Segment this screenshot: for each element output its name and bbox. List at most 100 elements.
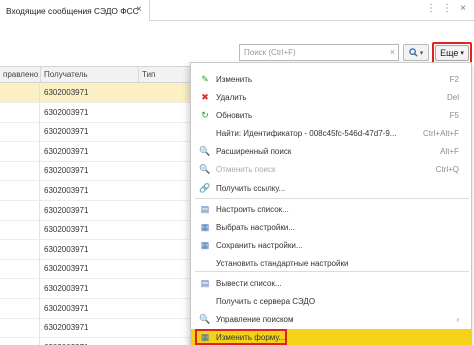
more-chevron-icon: ▾ (460, 50, 464, 57)
menu-item-label: Расширенный поиск (216, 146, 292, 156)
table-row[interactable]: 6302003971 (0, 122, 190, 143)
search-clear-icon[interactable]: × (390, 47, 395, 57)
menu-item[interactable]: ▦ Выбрать настройки... (191, 219, 471, 235)
menu-item[interactable]: ↻ Обновить F5 (191, 107, 471, 123)
menu-item[interactable]: ✖ Удалить Del (191, 89, 471, 105)
cell-sent (0, 200, 40, 220)
cell-recipient: 6302003971 (44, 166, 89, 176)
menu-item[interactable]: ▤ Настроить список... (191, 201, 471, 217)
cell-recipient: 6302003971 (44, 284, 89, 293)
menu-item-label: Вывести список... (216, 278, 282, 288)
cell-sent (0, 337, 40, 345)
table-row[interactable]: 6302003971 (0, 298, 190, 319)
cell-recipient: 6302003971 (44, 146, 89, 156)
cell-recipient: 6302003971 (44, 205, 89, 215)
menu-item-label: Изменить (216, 74, 253, 84)
cancel-search-icon: 🔍 (199, 163, 211, 174)
menu-item[interactable]: ✎ Изменить F2 (191, 71, 471, 87)
more-button-highlight: Еще ▾ (432, 42, 472, 64)
more-button[interactable]: Еще ▾ (435, 45, 469, 61)
tab-incoming-messages[interactable]: Входящие сообщения СЭДО ФСС × (0, 0, 150, 21)
menu-item-shortcut: Ctrl+Alt+F (422, 128, 459, 138)
menu-item-label: Отменить поиск (216, 164, 276, 174)
list-settings-icon: ▤ (200, 203, 210, 214)
menu-item-label: Получить ссылку... (216, 183, 286, 193)
tab-title: Входящие сообщения СЭДО ФСС (6, 5, 139, 16)
cell-recipient: 6302003971 (44, 244, 89, 254)
menu-item[interactable]: Получить с сервера СЭДО (191, 293, 471, 309)
cell-sent (0, 298, 40, 318)
table-row[interactable]: 6302003971 (0, 239, 190, 260)
table-row[interactable]: 6302003971 (0, 200, 190, 221)
menu-item[interactable]: 🔍 Расширенный поиск Alt+F (191, 143, 471, 159)
refresh-icon: ↻ (201, 109, 209, 120)
print-list-icon: ▤ (200, 277, 210, 288)
cell-sent (0, 122, 40, 142)
table-row[interactable]: 6302003971 (0, 181, 190, 201)
table-header: правлено Получатель Тип (0, 66, 190, 83)
cell-recipient: 6302003971 (44, 225, 89, 235)
menu-item[interactable]: ▦ Сохранить настройки... (191, 237, 471, 253)
cell-sent (0, 279, 40, 298)
table-row[interactable]: 6302003971 (0, 83, 190, 103)
menu-item-shortcut: › (456, 314, 459, 324)
search-dropdown-icon: ▾ (419, 49, 424, 57)
search-button[interactable]: ▾ (403, 44, 429, 61)
choose-settings-icon: ▦ (200, 221, 210, 232)
table-row[interactable]: 6302003971 (0, 220, 190, 241)
tab-close-icon[interactable]: × (136, 4, 142, 15)
window-close-icon[interactable]: × (456, 3, 470, 14)
menu-separator (195, 198, 469, 199)
column-header-type[interactable]: Тип (139, 67, 190, 83)
more-dropdown-menu: ✎ Изменить F2 ✖ Удалить Del ↻ Обновить F5 Найти: … (190, 62, 472, 345)
table-row[interactable]: 6302003971 (0, 318, 190, 339)
cell-sent (0, 102, 40, 122)
column-header-sent[interactable]: правлено (0, 67, 41, 83)
menu-item-label: Найти: Идентификатор - 008c45fc-546d-47d… (216, 128, 397, 138)
menu-item[interactable]: ▤ Вывести список... (191, 275, 471, 291)
menu-item-shortcut: Del (446, 92, 459, 102)
edit-form-highlight-box (195, 329, 287, 345)
link-icon[interactable]: ⋮ (424, 3, 438, 14)
table-row[interactable]: 6302003971 (0, 102, 190, 123)
menu-item-shortcut: Alt+F (440, 146, 459, 156)
menu-item[interactable]: Установить стандартные настройки (191, 255, 471, 271)
cell-recipient: 6302003971 (44, 186, 89, 195)
cell-recipient: 6302003971 (44, 127, 89, 137)
menu-item[interactable]: ▦ Изменить форму... (191, 329, 471, 345)
link-icon: 🔗 (199, 182, 211, 193)
cell-sent (0, 220, 40, 240)
cell-recipient: 6302003971 (44, 264, 89, 274)
menu-item-label: Настроить список... (216, 204, 289, 214)
more-button-label: Еще (440, 48, 459, 58)
tab-bar: Входящие сообщения СЭДО ФСС × ⋮ ⋮ × (0, 0, 474, 21)
menu-item[interactable]: Найти: Идентификатор - 008c45fc-546d-47d… (191, 125, 471, 141)
menu-item-label: Управление поиском (216, 314, 294, 324)
messages-table: правлено Получатель Тип 6302003971 630200… (0, 66, 190, 345)
advanced-search-icon: 🔍 (199, 145, 211, 156)
table-row[interactable]: 6302003971 (0, 259, 190, 280)
table-row[interactable]: 6302003971 (0, 279, 190, 299)
menu-item-label: Выбрать настройки... (216, 222, 295, 232)
menu-item-label: Установить стандартные настройки (216, 258, 349, 268)
menu-item[interactable]: 🔗 Получить ссылку... (191, 180, 471, 196)
menu-item[interactable]: 🔍 Управление поиском › (191, 311, 471, 327)
menu-item-label: Обновить (216, 110, 253, 120)
cell-recipient: 6302003971 (44, 107, 89, 117)
pencil-icon: ✎ (201, 73, 209, 84)
table-row[interactable]: 6302003971 (0, 141, 190, 162)
search-box: × (239, 44, 399, 61)
cell-sent (0, 318, 40, 338)
search-icon (408, 48, 418, 57)
menu-item-label: Сохранить настройки... (216, 240, 303, 250)
menu-item-label: Получить с сервера СЭДО (216, 296, 316, 306)
table-row[interactable]: 6302003971 (0, 337, 190, 345)
table-row[interactable]: 6302003971 (0, 161, 190, 182)
cell-recipient: 6302003971 (44, 323, 89, 333)
menu-item-shortcut: F2 (449, 74, 459, 84)
column-header-recipient[interactable]: Получатель (41, 67, 139, 83)
menu-item-shortcut: F5 (449, 110, 459, 120)
more-vertical-icon[interactable]: ⋮ (440, 3, 454, 14)
search-input[interactable] (240, 45, 375, 60)
cell-sent (0, 83, 40, 102)
